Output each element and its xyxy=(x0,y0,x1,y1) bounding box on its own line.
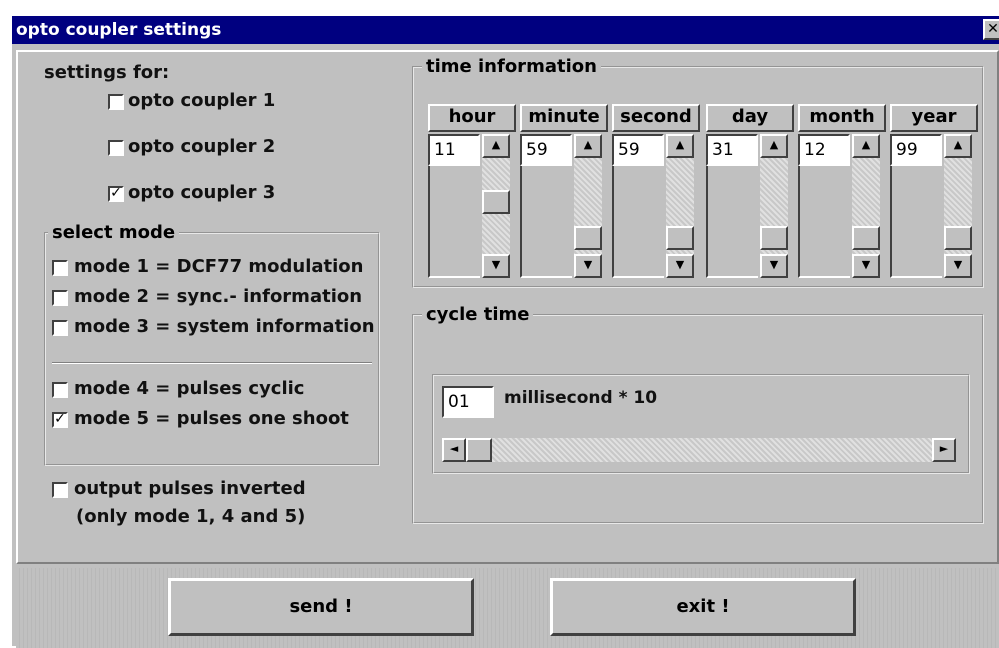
spin-down-icon[interactable]: ▼ xyxy=(944,254,972,278)
spin-up-icon[interactable]: ▲ xyxy=(760,134,788,158)
settings-for-label: settings for: xyxy=(44,62,170,83)
dialog-window: opto coupler settings ✕ settings for: op… xyxy=(10,14,999,648)
spin-down-icon[interactable]: ▼ xyxy=(574,254,602,278)
time-field-input[interactable]: 11 xyxy=(428,134,480,166)
mode-3-checkbox[interactable] xyxy=(52,320,68,336)
spin-down-icon[interactable]: ▼ xyxy=(760,254,788,278)
scroll-right-icon[interactable]: ► xyxy=(932,438,956,462)
spin-down-icon[interactable]: ▼ xyxy=(666,254,694,278)
time-field-input[interactable]: 59 xyxy=(520,134,572,166)
time-field-scrollbar[interactable]: ▲ ▼ xyxy=(852,134,880,278)
opto-coupler-2-checkbox[interactable] xyxy=(108,140,124,156)
time-field-hour: hour 11 ▲ ▼ xyxy=(428,104,516,284)
close-icon[interactable]: ✕ xyxy=(983,19,999,40)
exit-button[interactable]: exit ! xyxy=(550,578,856,636)
time-information-label: time information xyxy=(422,56,601,77)
mode-2-checkbox[interactable] xyxy=(52,290,68,306)
time-field-header: year xyxy=(890,104,978,132)
cycle-time-unit: millisecond * 10 xyxy=(504,388,658,408)
opto-coupler-1-label: opto coupler 1 xyxy=(128,90,276,111)
spin-up-icon[interactable]: ▲ xyxy=(574,134,602,158)
cycle-time-scrollbar[interactable]: ◄ ► xyxy=(442,438,956,462)
opto-coupler-3-label: opto coupler 3 xyxy=(128,182,276,203)
send-button[interactable]: send ! xyxy=(168,578,474,636)
time-field-input[interactable]: 59 xyxy=(612,134,664,166)
opto-coupler-2-label: opto coupler 2 xyxy=(128,136,276,157)
spin-up-icon[interactable]: ▲ xyxy=(482,134,510,158)
time-field-scrollbar[interactable]: ▲ ▼ xyxy=(760,134,788,278)
scroll-thumb[interactable] xyxy=(760,226,788,250)
scroll-thumb[interactable] xyxy=(482,190,510,214)
scroll-thumb[interactable] xyxy=(466,438,492,462)
spin-up-icon[interactable]: ▲ xyxy=(852,134,880,158)
time-field-header: hour xyxy=(428,104,516,132)
time-field-scrollbar[interactable]: ▲ ▼ xyxy=(944,134,972,278)
time-field-input[interactable]: 12 xyxy=(798,134,850,166)
cycle-time-input[interactable]: 01 xyxy=(442,386,494,418)
time-field-month: month 12 ▲ ▼ xyxy=(798,104,886,284)
time-field-year: year 99 ▲ ▼ xyxy=(890,104,978,284)
time-field-header: second xyxy=(612,104,700,132)
output-inverted-note: (only mode 1, 4 and 5) xyxy=(76,506,306,527)
mode-2-label: mode 2 = sync.- information xyxy=(74,286,363,307)
opto-coupler-3-checkbox[interactable]: ✓ xyxy=(108,186,124,202)
time-field-minute: minute 59 ▲ ▼ xyxy=(520,104,608,284)
client-area: settings for: opto coupler 1 opto couple… xyxy=(16,50,999,564)
time-field-header: month xyxy=(798,104,886,132)
time-field-input[interactable]: 31 xyxy=(706,134,758,166)
time-field-scrollbar[interactable]: ▲ ▼ xyxy=(574,134,602,278)
output-inverted-checkbox[interactable] xyxy=(52,482,68,498)
time-field-scrollbar[interactable]: ▲ ▼ xyxy=(666,134,694,278)
time-field-header: minute xyxy=(520,104,608,132)
select-mode-label: select mode xyxy=(48,222,180,243)
mode-1-label: mode 1 = DCF77 modulation xyxy=(74,256,364,277)
mode-4-checkbox[interactable] xyxy=(52,382,68,398)
scroll-thumb[interactable] xyxy=(574,226,602,250)
button-bar: send ! exit ! xyxy=(16,568,999,648)
scroll-thumb[interactable] xyxy=(666,226,694,250)
mode-5-checkbox[interactable]: ✓ xyxy=(52,412,68,428)
mode-1-checkbox[interactable] xyxy=(52,260,68,276)
mode-4-label: mode 4 = pulses cyclic xyxy=(74,378,305,399)
time-field-input[interactable]: 99 xyxy=(890,134,942,166)
scroll-thumb[interactable] xyxy=(852,226,880,250)
spin-down-icon[interactable]: ▼ xyxy=(852,254,880,278)
time-field-scrollbar[interactable]: ▲ ▼ xyxy=(482,134,510,278)
spin-up-icon[interactable]: ▲ xyxy=(944,134,972,158)
opto-coupler-1-checkbox[interactable] xyxy=(108,94,124,110)
spin-up-icon[interactable]: ▲ xyxy=(666,134,694,158)
mode-divider xyxy=(52,362,372,364)
title-bar: opto coupler settings ✕ xyxy=(12,16,999,44)
cycle-time-label: cycle time xyxy=(422,304,534,325)
scroll-left-icon[interactable]: ◄ xyxy=(442,438,466,462)
window-title: opto coupler settings xyxy=(16,20,222,40)
time-field-day: day 31 ▲ ▼ xyxy=(706,104,794,284)
time-field-second: second 59 ▲ ▼ xyxy=(612,104,700,284)
mode-3-label: mode 3 = system information xyxy=(74,316,375,337)
mode-5-label: mode 5 = pulses one shoot xyxy=(74,408,349,429)
spin-down-icon[interactable]: ▼ xyxy=(482,254,510,278)
scroll-thumb[interactable] xyxy=(944,226,972,250)
time-field-header: day xyxy=(706,104,794,132)
output-inverted-label: output pulses inverted xyxy=(74,478,306,499)
